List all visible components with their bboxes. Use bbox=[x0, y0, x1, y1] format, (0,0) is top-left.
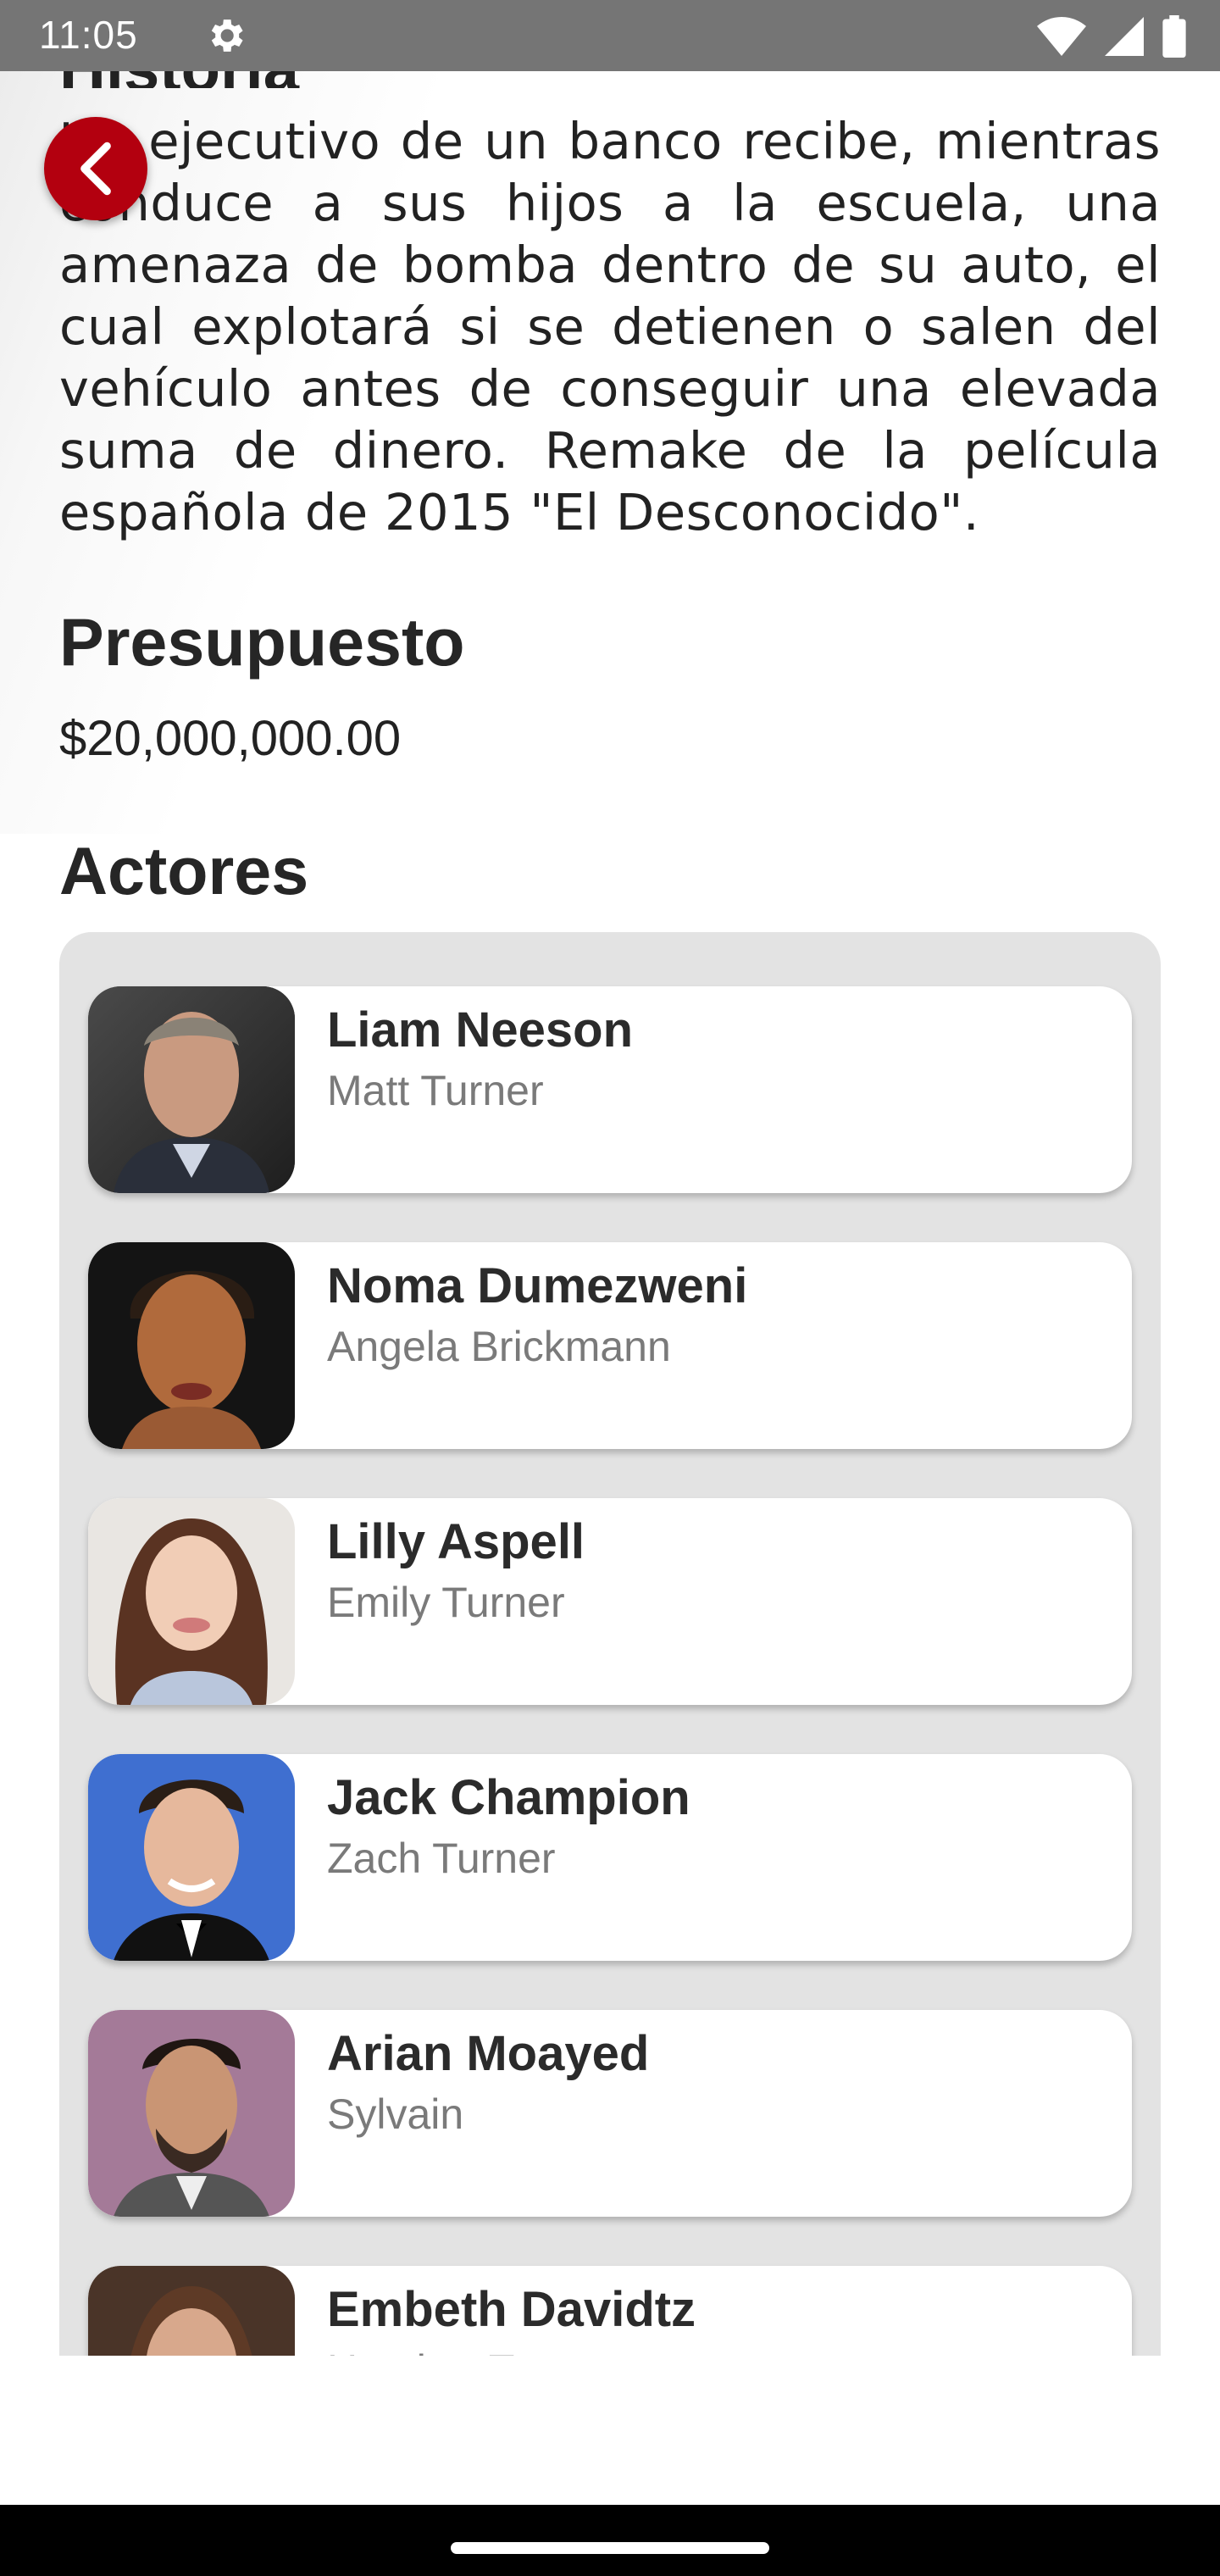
actor-card[interactable]: Noma Dumezweni Angela Brickmann bbox=[88, 1242, 1132, 1449]
actor-photo bbox=[88, 2010, 295, 2217]
actor-name: Noma Dumezweni bbox=[327, 1258, 748, 1313]
cell-signal-icon bbox=[1105, 17, 1144, 56]
actor-name: Arian Moayed bbox=[327, 2026, 650, 2081]
actor-card[interactable]: Liam Neeson Matt Turner bbox=[88, 986, 1132, 1193]
actor-name: Embeth Davidtz bbox=[327, 2282, 696, 2337]
battery-icon bbox=[1162, 15, 1186, 58]
actor-card[interactable]: Jack Champion Zach Turner bbox=[88, 1754, 1132, 1961]
actor-name: Lilly Aspell bbox=[327, 1514, 585, 1569]
story-text: Un ejecutivo de un banco recibe, mientra… bbox=[59, 112, 1161, 541]
wifi-icon bbox=[1037, 17, 1086, 56]
status-bar: 11:05 bbox=[0, 0, 1220, 71]
actor-photo bbox=[88, 1754, 295, 1961]
actor-name: Jack Champion bbox=[327, 1770, 690, 1825]
actor-card[interactable]: Lilly Aspell Emily Turner bbox=[88, 1498, 1132, 1705]
story-heading: Historia bbox=[59, 71, 398, 88]
actor-role: Heather Turner bbox=[327, 2346, 612, 2356]
status-time: 11:05 bbox=[39, 13, 138, 57]
actor-role: Sylvain bbox=[327, 2090, 464, 2138]
budget-value: $20,000,000.00 bbox=[59, 711, 402, 766]
actor-role: Matt Turner bbox=[327, 1067, 544, 1114]
system-nav-bar bbox=[0, 2505, 1220, 2576]
actor-card[interactable]: Embeth Davidtz Heather Turner bbox=[88, 2266, 1132, 2356]
budget-heading: Presupuesto bbox=[59, 604, 465, 680]
actor-card[interactable]: Arian Moayed Sylvain bbox=[88, 2010, 1132, 2217]
actor-role: Angela Brickmann bbox=[327, 1323, 671, 1370]
actor-role: Emily Turner bbox=[327, 1579, 565, 1626]
actor-name: Liam Neeson bbox=[327, 1002, 633, 1058]
actor-photo bbox=[88, 1498, 295, 1705]
actor-photo bbox=[88, 2266, 295, 2356]
settings-gear-icon bbox=[211, 19, 243, 52]
actor-photo bbox=[88, 1242, 295, 1449]
home-gesture-handle[interactable] bbox=[451, 2542, 769, 2554]
back-button[interactable] bbox=[44, 117, 147, 220]
actors-heading: Actores bbox=[59, 833, 309, 908]
chevron-left-icon bbox=[80, 142, 111, 196]
status-icons bbox=[1037, 15, 1186, 58]
actor-role: Zach Turner bbox=[327, 1835, 556, 1882]
actor-photo bbox=[88, 986, 295, 1193]
actors-list[interactable]: Liam Neeson Matt Turner Noma Dumezweni A… bbox=[59, 932, 1161, 2356]
